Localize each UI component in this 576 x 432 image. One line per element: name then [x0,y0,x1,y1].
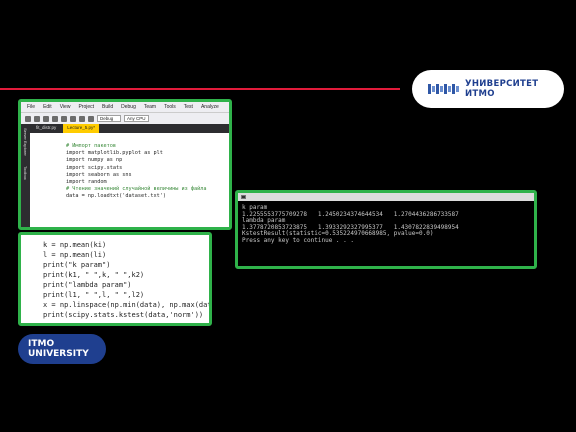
logo-text: УНИВЕРСИТЕТ ИТМО [465,79,539,99]
menu-item-tools[interactable]: Tools [164,104,176,110]
save-all-icon[interactable] [70,115,76,122]
menu-item-project[interactable]: Project [78,104,94,110]
code-line: # Чтение значений случайной величины из … [66,186,207,193]
redo-icon[interactable] [88,115,94,122]
editor-tabs: fit_distr.py Lecture_5.py* [30,124,229,133]
ide-body: Server Explorer Toolbox fit_distr.py Lec… [21,124,229,227]
console-output: k param 1.2255553775709278 1.24502343746… [238,201,534,245]
console-window: k param 1.2255553775709278 1.24502343746… [235,190,537,269]
ide-side-strip: Server Explorer Toolbox [21,124,30,227]
code-line: # Импорт пакетов [66,143,116,149]
code-line: import numpy as np [66,157,123,164]
snippet-line: print("k param") [43,261,111,269]
new-file-icon[interactable] [43,115,49,122]
snippet-line: print(scipy.stats.kstest(data,'norm')) [43,311,204,319]
ide-screenshot: File Edit View Project Build Debug Team … [18,99,232,230]
open-icon[interactable] [52,115,58,122]
back-icon[interactable] [25,115,31,122]
itmo-university-badge: ITMO UNIVERSITY [18,334,106,364]
code-line: import random [66,179,107,186]
snippet-code: k = np.mean(ki) l = np.mean(li) print("k… [21,235,209,320]
snippet-line: k = np.mean(ki) [43,241,107,249]
menu-item-test[interactable]: Test [184,104,193,110]
ide-menubar: File Edit View Project Build Debug Team … [21,102,229,112]
console-icon [241,195,246,199]
snippet-line: print(k1, " ",k, " ",k2) [43,271,145,279]
tab-fit-distr[interactable]: fit_distr.py [32,124,60,133]
menu-item-edit[interactable]: Edit [43,104,52,110]
code-snippet: k = np.mean(ki) l = np.mean(li) print("k… [18,232,212,326]
badge-line-2: UNIVERSITY [28,349,89,359]
forward-icon[interactable] [34,115,40,122]
code-line: import scipy.stats [66,164,123,171]
side-panel-server-explorer[interactable]: Server Explorer [23,128,28,156]
undo-icon[interactable] [79,115,85,122]
menu-item-view[interactable]: View [60,104,71,110]
tab-lecture-5[interactable]: Lecture_5.py* [63,124,100,133]
code-line: import matplotlib.pyplot as plt [66,150,163,157]
logo-mark-icon [428,84,459,94]
menu-item-debug[interactable]: Debug [121,104,136,110]
ide-toolbar: Debug Any CPU [21,112,229,124]
snippet-line: print(l1, " ",l, " ",l2) [43,291,145,299]
menu-item-analyze[interactable]: Analyze [201,104,219,110]
code-line: data = np.loadtxt('dataset.txt') [66,193,166,200]
console-titlebar[interactable] [238,193,534,201]
snippet-line: x = np.linspace(np.min(data), np.max(dat… [43,301,212,309]
code-line: import seaborn as sns [66,171,132,178]
menu-item-file[interactable]: File [27,104,35,110]
console-line: Press any key to continue . . . [242,236,354,244]
menu-item-team[interactable]: Team [144,104,156,110]
header-rule [0,88,400,90]
snippet-line: print("lambda param") [43,281,132,289]
platform-select[interactable]: Any CPU [124,115,149,122]
config-select[interactable]: Debug [97,115,121,122]
side-panel-toolbox[interactable]: Toolbox [23,166,28,180]
university-logo: УНИВЕРСИТЕТ ИТМО [412,70,564,108]
save-icon[interactable] [61,115,67,122]
snippet-line: l = np.mean(li) [43,251,107,259]
ide-editor: fit_distr.py Lecture_5.py* # Импорт паке… [30,124,229,227]
editor-code[interactable]: # Импорт пакетов import matplotlib.pyplo… [30,133,229,201]
menu-item-build[interactable]: Build [102,104,113,110]
badge-line-1: ITMO [28,339,55,349]
console-line: 1.2255553775709278 1.2450234374644534 1.… [242,210,459,218]
